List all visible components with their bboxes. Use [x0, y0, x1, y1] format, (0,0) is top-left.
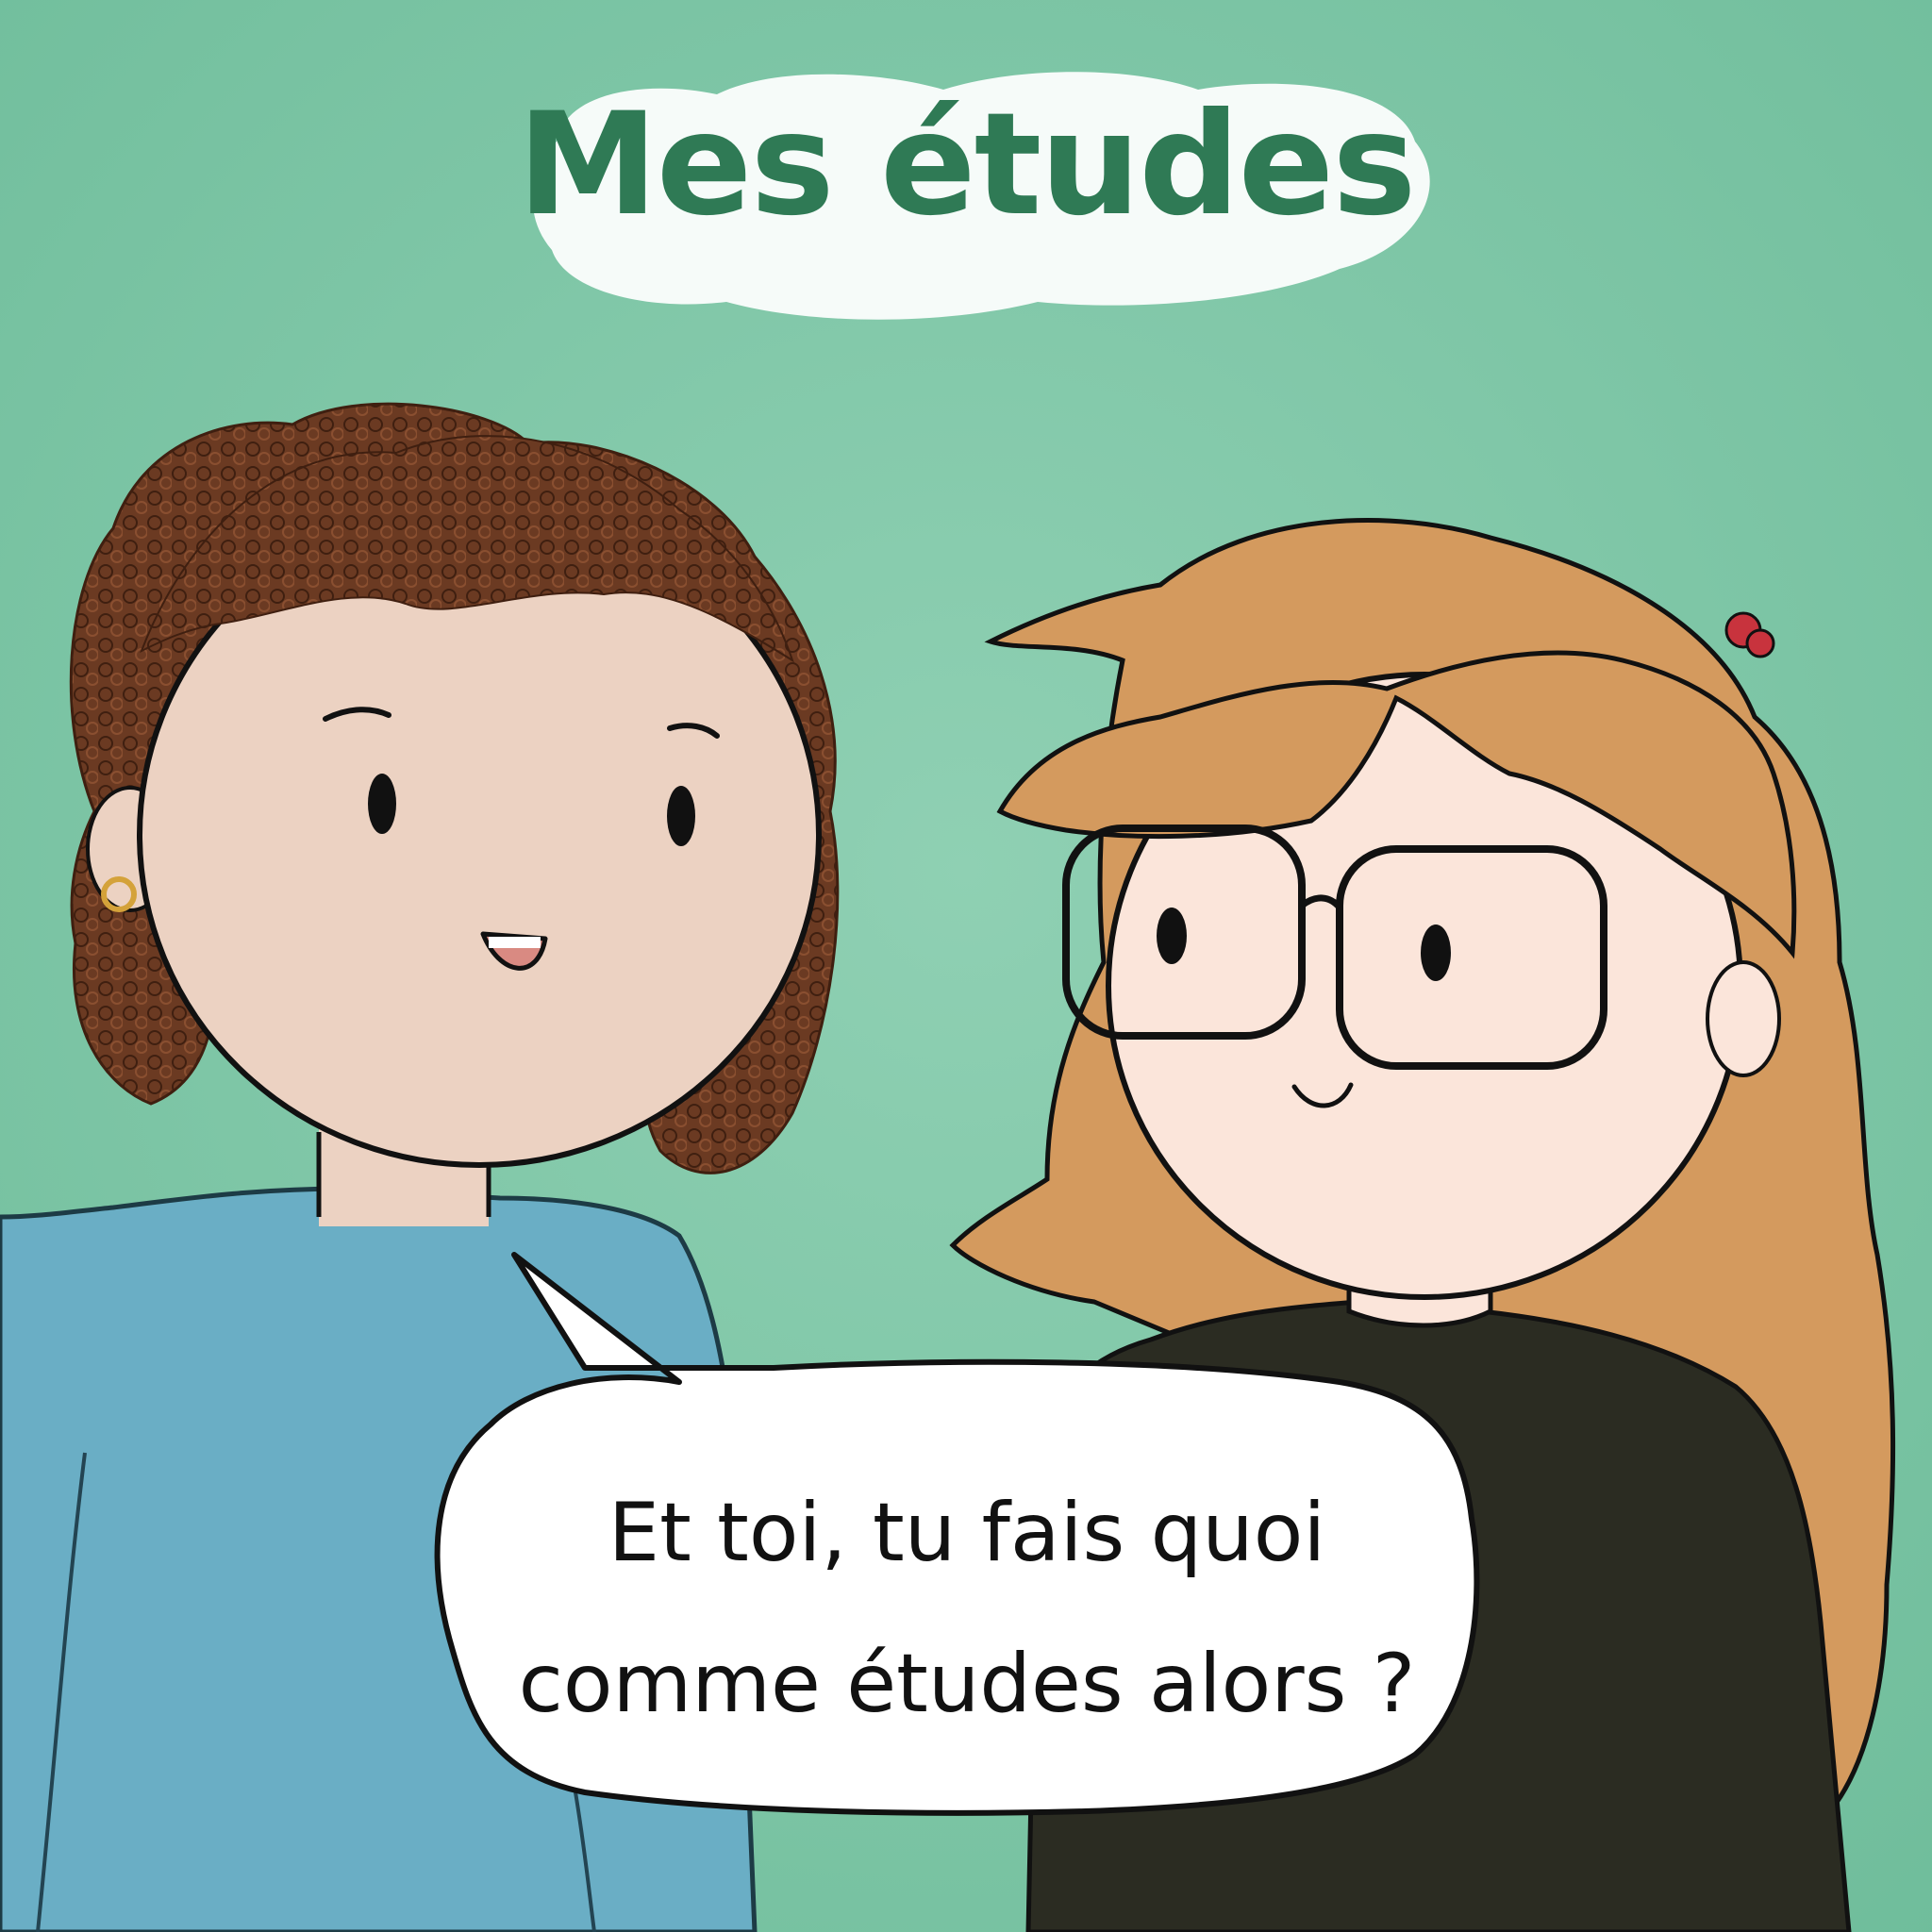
speech-line-1: Et toi, tu fais quoi [608, 1486, 1326, 1580]
eye [667, 786, 695, 846]
eye [1157, 908, 1187, 964]
eye [368, 774, 396, 834]
comic-panel: Mes études Et toi, tu fais quoi comme ét… [0, 0, 1932, 1932]
scrunchie-icon [1745, 628, 1775, 658]
speech-line-2: comme études alors ? [518, 1637, 1416, 1731]
speech-bubble-text: Et toi, tu fais quoi comme études alors … [443, 1457, 1491, 1759]
ear-right [1706, 960, 1781, 1077]
eye [1421, 924, 1451, 981]
teeth [489, 937, 541, 948]
comic-title: Mes études [517, 83, 1416, 247]
